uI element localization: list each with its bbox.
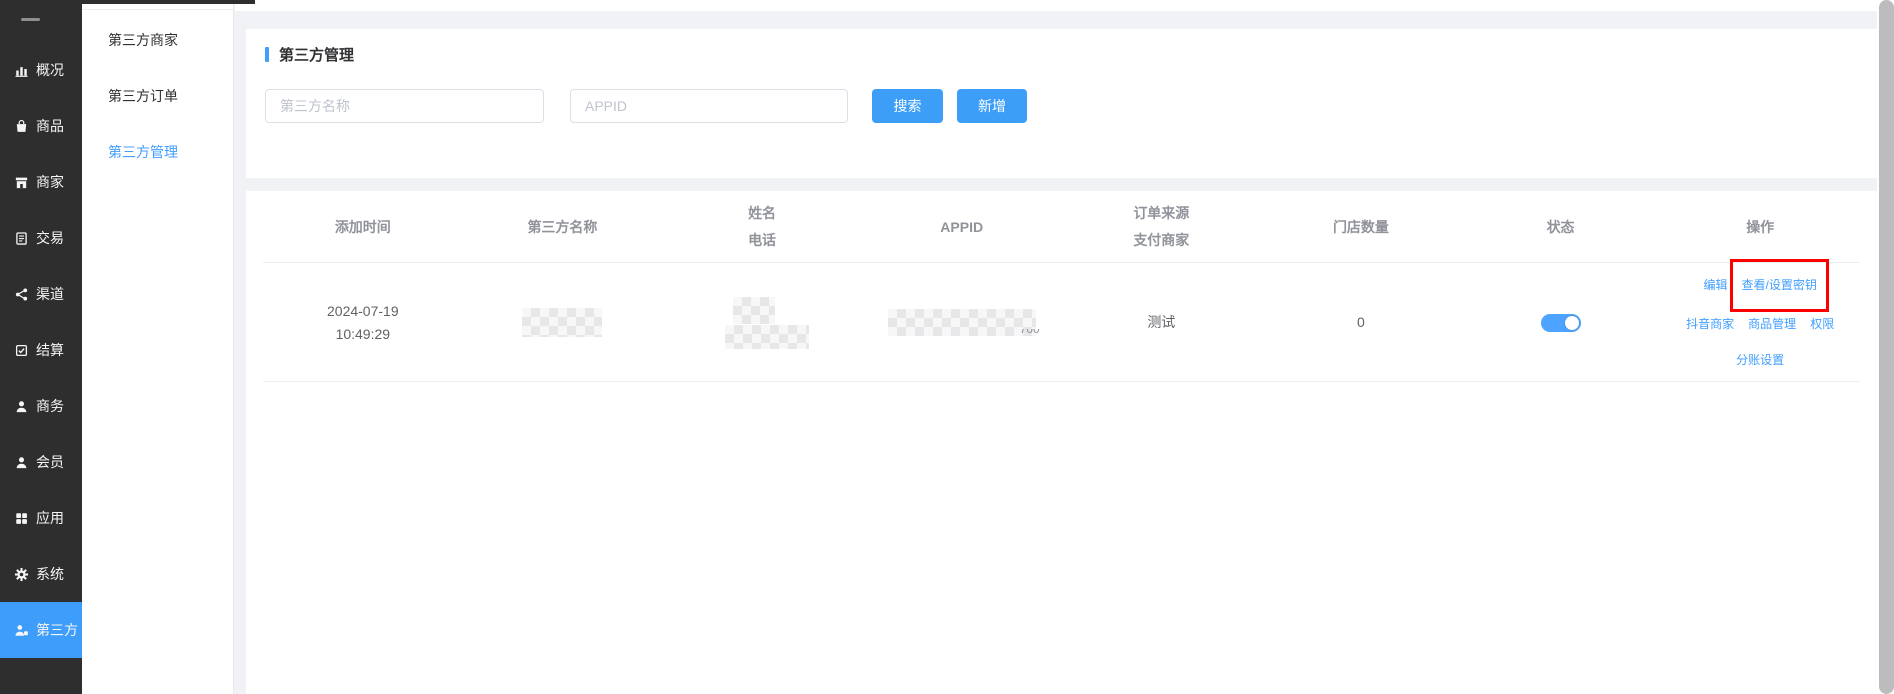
col-name-phone: 姓名电话 <box>662 191 862 263</box>
sidebar-item-system[interactable]: 系统 <box>0 546 82 602</box>
col-order-source: 订单来源支付商家 <box>1062 191 1262 263</box>
sidebar-item-label: 系统 <box>36 564 64 584</box>
store-icon <box>14 175 29 190</box>
sidebar-item-label: 概况 <box>36 60 64 80</box>
scrollbar-thumb[interactable] <box>1879 0 1894 694</box>
cell-actions: 编辑 查看/设置密钥 抖音商家 商品管理 权限 分账设置 <box>1660 263 1860 382</box>
submenu-item-label: 第三方管理 <box>108 142 178 162</box>
sidebar-item-third-party[interactable]: 第三方 <box>0 602 82 658</box>
sidebar-item-channel[interactable]: 渠道 <box>0 266 82 322</box>
col-actions: 操作 <box>1660 191 1860 263</box>
sidebar-item-label: 渠道 <box>36 284 64 304</box>
system-icon <box>14 567 29 582</box>
sidebar-item-label: 第三方 <box>36 620 78 640</box>
highlight-red-box: 查看/设置密钥 <box>1730 259 1829 312</box>
added-date: 2024-07-19 <box>327 300 399 323</box>
submenu-item-third-party-manage[interactable]: 第三方管理 <box>82 124 233 180</box>
action-goods-manage[interactable]: 商品管理 <box>1748 313 1796 336</box>
submenu-item-label: 第三方订单 <box>108 86 178 106</box>
sidebar-item-goods[interactable]: 商品 <box>0 98 82 154</box>
redacted-name-block <box>522 308 602 337</box>
bag-icon <box>14 119 29 134</box>
sidebar-item-label: 应用 <box>36 508 64 528</box>
col-added-time: 添加时间 <box>263 191 463 263</box>
cell-thirdparty-name <box>463 263 663 382</box>
col-status: 状态 <box>1461 191 1661 263</box>
redacted-contact-block <box>733 297 775 324</box>
redacted-phone-block <box>725 325 809 349</box>
action-view-set-key[interactable]: 查看/设置密钥 <box>1742 278 1817 292</box>
table-header: 添加时间 第三方名称 姓名电话 APPID 订单来源支付商家 门店数量 状态 操… <box>246 191 1877 263</box>
secondary-sidebar: 第三方商家 第三方订单 第三方管理 <box>82 0 234 694</box>
cell-status <box>1461 263 1661 382</box>
added-time: 10:49:29 <box>336 323 391 346</box>
sidebar-item-apps[interactable]: 应用 <box>0 490 82 546</box>
table-row: 2024-07-19 10:49:29 700 测试 0 编辑 <box>246 263 1877 382</box>
sidebar-item-overview[interactable]: 概况 <box>0 42 82 98</box>
top-cutoff-strip <box>82 0 255 4</box>
sidebar-logo-placeholder <box>21 18 40 21</box>
sidebar-item-settlement[interactable]: 结算 <box>0 322 82 378</box>
sidebar-item-label: 结算 <box>36 340 64 360</box>
chart-icon <box>14 63 29 78</box>
add-button[interactable]: 新增 <box>957 89 1027 123</box>
sidebar-item-business[interactable]: 商务 <box>0 378 82 434</box>
scrollbar-track[interactable] <box>1877 0 1894 694</box>
action-edit[interactable]: 编辑 <box>1704 274 1728 297</box>
sidebar-item-label: 会员 <box>36 452 64 472</box>
sidebar-item-label: 商品 <box>36 116 64 136</box>
action-douyin-merchant[interactable]: 抖音商家 <box>1686 313 1734 336</box>
appid-remnant: 700 <box>1020 329 1040 336</box>
sidebar-item-trade[interactable]: 交易 <box>0 210 82 266</box>
submenu-item-third-party-order[interactable]: 第三方订单 <box>82 68 233 124</box>
top-white-strip <box>235 0 1877 11</box>
submenu-item-label: 第三方商家 <box>108 30 178 50</box>
submenu-item-third-party-merchant[interactable]: 第三方商家 <box>82 12 233 68</box>
table-panel: 添加时间 第三方名称 姓名电话 APPID 订单来源支付商家 门店数量 状态 操… <box>246 191 1877 694</box>
sidebar-nav: 概况 商品 商家 交易 渠道 结算 商务 会员 <box>0 0 82 658</box>
channel-icon <box>14 287 29 302</box>
store-count-value: 0 <box>1357 311 1365 334</box>
status-toggle[interactable] <box>1541 314 1581 332</box>
settlement-icon <box>14 343 29 358</box>
panel-title: 第三方管理 <box>265 44 354 65</box>
cell-appid: 700 <box>862 263 1062 382</box>
appid-input[interactable] <box>570 89 848 123</box>
col-thirdparty-name: 第三方名称 <box>463 191 663 263</box>
sidebar-item-label: 交易 <box>36 228 64 248</box>
sidebar-item-label: 商家 <box>36 172 64 192</box>
col-store-count: 门店数量 <box>1261 191 1461 263</box>
order-source-value: 测试 <box>1147 311 1175 334</box>
redacted-appid-block: 700 <box>888 309 1036 336</box>
business-icon <box>14 399 29 414</box>
app-sidebar: 概况 商品 商家 交易 渠道 结算 商务 会员 <box>0 0 82 694</box>
thirdparty-name-input[interactable] <box>265 89 544 123</box>
action-permission[interactable]: 权限 <box>1810 313 1834 336</box>
member-icon <box>14 455 29 470</box>
action-split-settings[interactable]: 分账设置 <box>1736 349 1784 372</box>
sidebar-item-member[interactable]: 会员 <box>0 434 82 490</box>
submenu-top-divider <box>82 9 234 10</box>
trade-icon <box>14 231 29 246</box>
title-accent-bar <box>265 47 269 62</box>
panel-title-text: 第三方管理 <box>279 44 354 65</box>
apps-icon <box>14 511 29 526</box>
search-panel: 第三方管理 搜索 新增 <box>246 29 1877 178</box>
sidebar-item-label: 商务 <box>36 396 64 416</box>
third-party-icon <box>14 623 29 638</box>
search-button[interactable]: 搜索 <box>872 89 943 123</box>
col-appid: APPID <box>862 191 1062 263</box>
cell-added-time: 2024-07-19 10:49:29 <box>263 263 463 382</box>
sidebar-item-merchant[interactable]: 商家 <box>0 154 82 210</box>
cell-store-count: 0 <box>1261 263 1461 382</box>
cell-name-phone <box>662 263 862 382</box>
cell-order-source: 测试 <box>1062 263 1262 382</box>
